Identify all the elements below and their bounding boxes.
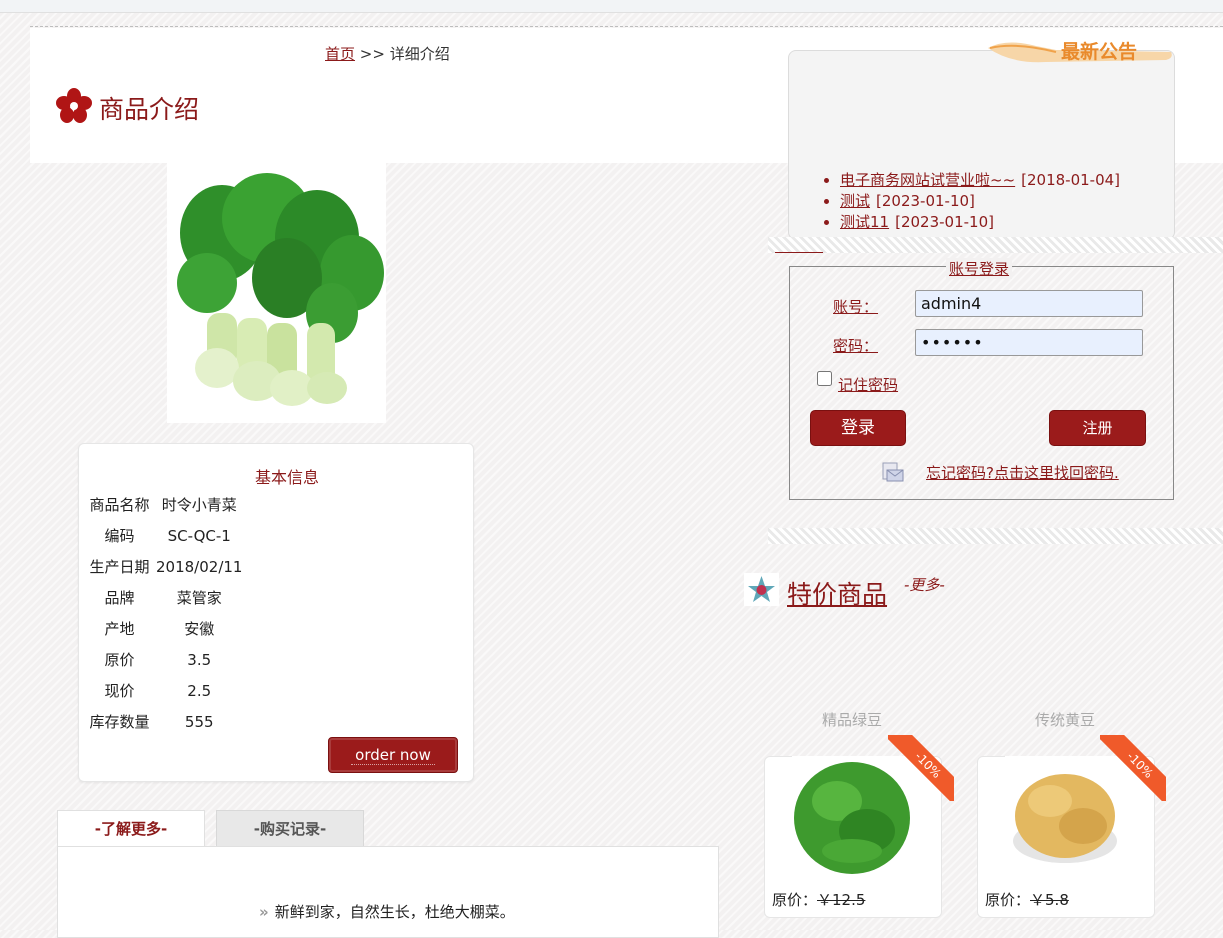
price-label: 原价： xyxy=(985,891,1031,909)
info-value: 时令小青菜 xyxy=(161,496,237,514)
decorative-red-line xyxy=(775,252,823,253)
info-row: 原价 3.5 xyxy=(83,644,242,675)
breadcrumb: 首页 >> 详细介绍 xyxy=(325,43,450,64)
breadcrumb-current: 详细介绍 xyxy=(389,45,450,63)
info-label: 商品名称 xyxy=(89,496,150,514)
double-chevron-icon: » xyxy=(259,903,269,921)
info-value: 555 xyxy=(184,712,214,731)
special-item-name[interactable]: 传统黄豆 xyxy=(1005,709,1125,730)
info-label: 产地 xyxy=(104,620,135,638)
order-now-label: order now xyxy=(351,746,435,765)
star-flower-icon xyxy=(744,573,779,606)
browser-top-strip xyxy=(0,0,1223,13)
info-value: 2.5 xyxy=(187,681,212,700)
original-price: ￥5.8 xyxy=(1030,891,1069,909)
notice-link[interactable]: 电子商务网站试营业啦~~ xyxy=(840,171,1015,189)
remember-password-label[interactable]: 记住密码 xyxy=(838,374,898,395)
notice-date: [2018-01-04] xyxy=(1021,171,1121,189)
info-value: SC-QC-1 xyxy=(167,526,231,545)
info-value: 3.5 xyxy=(187,650,212,669)
info-row: 商品名称 时令小青菜 xyxy=(83,489,242,520)
special-item-price: 原价：￥12.5 xyxy=(772,889,865,910)
tab-learn-more[interactable]: -了解更多- xyxy=(57,810,205,847)
info-row: 现价 2.5 xyxy=(83,675,242,706)
notice-item: 电子商务网站试营业啦~~ [2018-01-04] xyxy=(840,170,1120,191)
tab-purchase-records[interactable]: -购买记录- xyxy=(216,810,364,848)
notice-link[interactable]: 测试11 xyxy=(840,213,889,231)
remember-password-checkbox[interactable] xyxy=(817,371,832,386)
notice-item: 测试 [2023-01-10] xyxy=(840,191,1120,212)
breadcrumb-home-link[interactable]: 首页 xyxy=(325,45,355,63)
decorative-band-top xyxy=(768,237,1223,253)
info-label: 生产日期 xyxy=(89,558,150,576)
info-label: 编码 xyxy=(104,527,135,545)
discount-badge: -10% xyxy=(888,735,954,801)
tab-content-panel: » 新鲜到家，自然生长，杜绝大棚菜。 xyxy=(57,846,719,938)
mail-icon xyxy=(882,462,904,482)
order-now-button[interactable]: order now xyxy=(328,737,458,773)
product-image xyxy=(167,163,386,423)
product-description: » 新鲜到家，自然生长，杜绝大棚菜。 xyxy=(259,901,515,922)
notice-banner: 最新公告 xyxy=(988,40,1172,63)
basic-info-card: 基本信息 商品名称 时令小青菜 编码 SC-QC-1 生产日期 2018/02/11 … xyxy=(78,443,474,782)
info-row: 品牌 菜管家 xyxy=(83,582,242,613)
discount-ribbon: -10% xyxy=(888,735,954,801)
page-title: 商品介绍 xyxy=(99,95,200,124)
password-input[interactable] xyxy=(915,329,1143,356)
breadcrumb-separator: >> xyxy=(359,45,385,63)
info-label: 原价 xyxy=(104,651,135,669)
info-label: 库存数量 xyxy=(89,713,150,731)
info-row: 库存数量 555 xyxy=(83,706,242,737)
notice-banner-text: 最新公告 xyxy=(1061,40,1137,63)
forgot-password-link[interactable]: 忘记密码?点击这里找回密码. xyxy=(926,462,1119,483)
notice-link[interactable]: 测试 xyxy=(840,192,870,210)
notice-list: 电子商务网站试营业啦~~[2018-01-04] 测试[2023-01-10] … xyxy=(812,170,1120,233)
notice-date: [2023-01-10] xyxy=(876,192,975,210)
info-row: 产地 安徽 xyxy=(83,613,242,644)
special-more-link[interactable]: -更多- xyxy=(904,574,945,595)
description-text: 新鲜到家，自然生长，杜绝大棚菜。 xyxy=(274,903,515,921)
info-row: 编码 SC-QC-1 xyxy=(83,520,242,551)
special-item-name[interactable]: 精品绿豆 xyxy=(792,709,912,730)
password-label: 密码： xyxy=(833,337,879,355)
notice-item: 测试11 [2023-01-10] xyxy=(840,212,1120,233)
login-button[interactable]: 登录 xyxy=(810,410,906,446)
special-item-price: 原价：￥5.8 xyxy=(985,889,1069,910)
notice-date: [2023-01-10] xyxy=(895,213,994,231)
register-button[interactable]: 注册 xyxy=(1049,410,1146,446)
account-input[interactable] xyxy=(915,290,1143,317)
red-flower-icon xyxy=(56,88,92,123)
discount-ribbon: -10% xyxy=(1100,735,1166,801)
info-row: 生产日期 2018/02/11 xyxy=(83,551,242,582)
account-label: 账号： xyxy=(833,298,879,316)
price-label: 原价： xyxy=(772,891,818,909)
discount-badge: -10% xyxy=(1100,735,1166,801)
info-value: 安徽 xyxy=(184,620,215,638)
login-legend: 账号登录 xyxy=(946,258,1013,279)
info-value: 菜管家 xyxy=(176,589,222,607)
original-price: ￥12.5 xyxy=(817,891,866,909)
decorative-band-bottom xyxy=(768,528,1223,544)
basic-info-table: 商品名称 时令小青菜 编码 SC-QC-1 生产日期 2018/02/11 品牌 菜管家… xyxy=(83,489,242,737)
top-dashed-divider xyxy=(30,26,1223,27)
basic-info-title: 基本信息 xyxy=(254,468,319,487)
info-value: 2018/02/11 xyxy=(156,557,243,576)
special-products-title[interactable]: 特价商品 xyxy=(787,575,887,611)
info-label: 品牌 xyxy=(104,589,135,607)
info-label: 现价 xyxy=(104,682,135,700)
